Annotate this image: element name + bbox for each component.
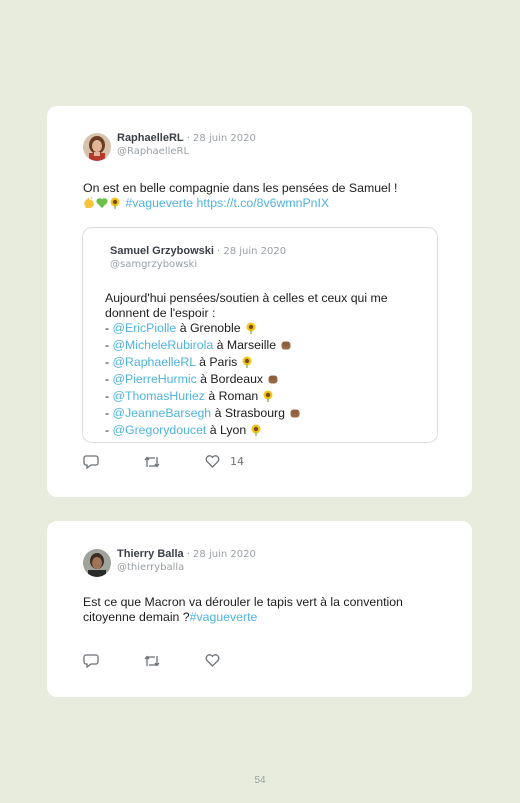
- place-text: à Paris: [199, 355, 238, 369]
- reply-icon: [83, 654, 99, 668]
- tweet-text-line: citoyenne demain ?: [83, 610, 190, 624]
- quoted-list-item: - @Gregorydoucet à Lyon: [105, 423, 388, 440]
- place-text: à Strasbourg: [214, 406, 285, 420]
- reply-button[interactable]: [83, 454, 99, 469]
- reply-button[interactable]: [83, 653, 99, 668]
- author-handle[interactable]: @RaphaelleRL: [117, 147, 256, 157]
- tweet-text-line: On est en belle compagnie dans les pensé…: [83, 181, 398, 195]
- author-name[interactable]: Thierry Balla: [117, 548, 184, 560]
- place-text: à Marseille: [216, 338, 277, 352]
- tweet-text: Est ce que Macron va dérouler le tapis v…: [83, 595, 403, 625]
- like-button[interactable]: [205, 654, 220, 667]
- hashtag-link[interactable]: #vagueverte: [125, 196, 193, 210]
- retweet-icon: [144, 654, 160, 667]
- place-text: à Grenoble: [179, 321, 241, 335]
- quoted-list-item: - @ThomasHuriez à Roman: [105, 389, 388, 406]
- quoted-text-line: donnent de l'espoir :: [105, 306, 216, 320]
- place-text: à Roman: [208, 389, 259, 403]
- fist-emoji: [267, 373, 279, 389]
- sunflower-emoji: [262, 390, 274, 406]
- quoted-header: Samuel Grzybowski · 28 juin 2020 @samgrz…: [110, 246, 286, 270]
- quoted-text-line: Aujourd'hui pensées/soutien à celles et …: [105, 291, 388, 305]
- sunflower-emoji: [245, 322, 257, 338]
- sunflower-emoji: [241, 356, 253, 372]
- tweet-date: · 28 juin 2020: [186, 549, 256, 560]
- reply-icon: [83, 455, 99, 469]
- url-link[interactable]: https://t.co/8v6wmnPnIX: [197, 196, 330, 210]
- green-heart-emoji: [96, 197, 108, 213]
- hashtag-link[interactable]: #vagueverte: [190, 610, 258, 624]
- quoted-list-item: - @RaphaelleRL à Paris: [105, 355, 388, 372]
- tweet-actions: [83, 653, 264, 668]
- retweet-button[interactable]: [143, 455, 161, 469]
- place-text: à Bordeaux: [200, 372, 264, 386]
- like-count: 14: [230, 455, 244, 468]
- fist-emoji: [280, 339, 292, 355]
- tweet-actions: 14: [83, 454, 288, 469]
- page-number: 54: [254, 775, 266, 786]
- retweet-icon: [144, 455, 160, 468]
- quoted-author-handle[interactable]: @samgrzybowski: [110, 260, 286, 270]
- tweet-header: RaphaelleRL · 28 juin 2020 @RaphaelleRL: [83, 133, 256, 161]
- quoted-tweet[interactable]: Samuel Grzybowski · 28 juin 2020 @samgrz…: [82, 227, 438, 443]
- like-button[interactable]: 14: [205, 455, 244, 468]
- mention-link[interactable]: @PierreHurmic: [113, 372, 197, 386]
- quoted-list-item: - @EricPiolle à Grenoble: [105, 321, 388, 338]
- tweet-card-thierryballa: Thierry Balla · 28 juin 2020 @thierrybal…: [47, 521, 472, 697]
- sunflower-emoji: [109, 197, 121, 213]
- mention-link[interactable]: @JeanneBarsegh: [113, 406, 212, 420]
- quoted-author-name[interactable]: Samuel Grzybowski: [110, 245, 214, 257]
- tweet-card-raphaellerl: RaphaelleRL · 28 juin 2020 @RaphaelleRL …: [47, 106, 472, 497]
- tweet-date: · 28 juin 2020: [186, 133, 256, 144]
- mention-link[interactable]: @EricPiolle: [113, 321, 177, 335]
- quoted-list-item: - @JeanneBarsegh à Strasbourg: [105, 406, 388, 423]
- mention-link[interactable]: @MicheleRubirola: [113, 338, 214, 352]
- quoted-date: · 28 juin 2020: [217, 246, 287, 257]
- author-handle[interactable]: @thierryballa: [117, 563, 256, 573]
- like-icon: [205, 654, 220, 667]
- mention-link[interactable]: @ThomasHuriez: [113, 389, 205, 403]
- like-icon: [205, 455, 220, 468]
- mention-link[interactable]: @RaphaelleRL: [113, 355, 196, 369]
- tweet-text-line: Est ce que Macron va dérouler le tapis v…: [83, 595, 403, 609]
- quoted-list-item: - @PierreHurmic à Bordeaux: [105, 372, 388, 389]
- quoted-list-item: - @MicheleRubirola à Marseille: [105, 338, 388, 355]
- avatar[interactable]: [83, 549, 111, 577]
- mention-link[interactable]: @Gregorydoucet: [113, 423, 207, 437]
- avatar[interactable]: [83, 133, 111, 161]
- tweet-text: On est en belle compagnie dans les pensé…: [83, 181, 397, 213]
- author-name[interactable]: RaphaelleRL: [117, 132, 184, 144]
- clap-emoji: [83, 196, 95, 213]
- retweet-button[interactable]: [143, 654, 161, 668]
- sunflower-emoji: [250, 424, 262, 440]
- place-text: à Lyon: [209, 423, 247, 437]
- fist-emoji: [289, 407, 301, 423]
- quoted-text: Aujourd'hui pensées/soutien à celles et …: [105, 291, 388, 440]
- tweet-header: Thierry Balla · 28 juin 2020 @thierrybal…: [83, 549, 256, 577]
